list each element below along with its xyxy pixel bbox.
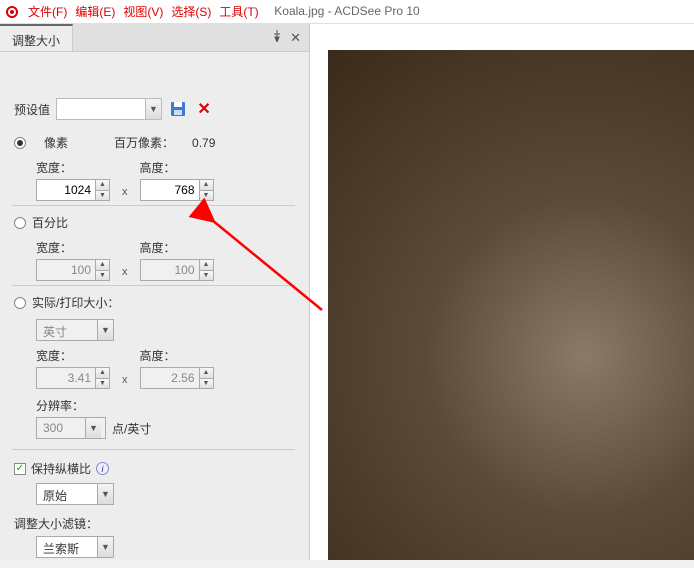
chevron-down-icon[interactable]: ▼ — [97, 537, 113, 557]
radio-print[interactable] — [14, 297, 26, 309]
down-icon[interactable]: ▼ — [96, 271, 109, 281]
down-icon[interactable]: ▼ — [96, 379, 109, 389]
radio-pixels[interactable] — [14, 137, 26, 149]
unit-value: 英寸 — [37, 320, 97, 340]
chevron-down-icon[interactable]: ▼ — [85, 418, 101, 438]
preset-combo[interactable]: ▼ — [56, 98, 162, 120]
radio-percent-label: 百分比 — [32, 214, 68, 231]
res-label: 分辨率： — [36, 399, 84, 413]
pc-width-label: 宽度： — [36, 239, 110, 256]
preset-label: 预设值 — [14, 101, 50, 118]
radio-pixels-label: 像素 — [44, 134, 68, 151]
up-icon[interactable]: ▲ — [200, 260, 213, 271]
menu-file[interactable]: 文件(F) — [28, 3, 67, 20]
app-icon — [4, 4, 20, 20]
multiply-icon: x — [120, 186, 130, 201]
px-width-spinner[interactable]: ▲▼ — [36, 179, 110, 201]
res-value: 300 — [37, 418, 85, 438]
pin-icon[interactable] — [272, 29, 282, 47]
menu-edit[interactable]: 编辑(E) — [75, 3, 115, 20]
up-icon[interactable]: ▲ — [200, 368, 213, 379]
up-icon[interactable]: ▲ — [96, 368, 109, 379]
tab-resize[interactable]: 调整大小 — [0, 24, 73, 51]
px-width-input[interactable] — [37, 180, 95, 200]
megapixels-label: 百万像素： — [114, 134, 174, 151]
down-icon[interactable]: ▼ — [200, 191, 213, 201]
up-icon[interactable]: ▲ — [200, 180, 213, 191]
pr-width-label: 宽度： — [36, 347, 110, 364]
up-icon[interactable]: ▲ — [96, 260, 109, 271]
multiply-icon: x — [120, 266, 130, 281]
pr-height-label: 高度： — [140, 347, 214, 364]
pc-width-spinner[interactable]: ▲▼ — [36, 259, 110, 281]
pr-height-input — [141, 368, 199, 388]
px-height-spinner[interactable]: ▲▼ — [140, 179, 214, 201]
aspect-value: 原始 — [37, 484, 97, 504]
radio-percent[interactable] — [14, 217, 26, 229]
pc-height-spinner[interactable]: ▲▼ — [140, 259, 214, 281]
filter-select[interactable]: 兰索斯 ▼ — [36, 536, 114, 558]
chevron-down-icon[interactable]: ▼ — [97, 320, 113, 340]
menu-tools[interactable]: 工具(T) — [219, 3, 258, 20]
pc-height-label: 高度： — [140, 239, 214, 256]
image-preview[interactable] — [310, 24, 694, 560]
res-unit-label: 点/英寸 — [112, 420, 151, 437]
close-icon[interactable]: ✕ — [290, 30, 301, 46]
pr-width-spinner[interactable]: ▲▼ — [36, 367, 110, 389]
filter-value: 兰索斯 — [37, 537, 97, 557]
aspect-label: 保持纵横比 — [31, 460, 91, 477]
down-icon[interactable]: ▼ — [200, 271, 213, 281]
px-height-input[interactable] — [141, 180, 199, 200]
chevron-down-icon[interactable]: ▼ — [145, 99, 161, 119]
menu-view[interactable]: 视图(V) — [123, 3, 163, 20]
menu-select[interactable]: 选择(S) — [171, 3, 211, 20]
aspect-select[interactable]: 原始 ▼ — [36, 483, 114, 505]
multiply-icon: x — [120, 374, 130, 389]
up-icon[interactable]: ▲ — [96, 180, 109, 191]
pr-height-spinner[interactable]: ▲▼ — [140, 367, 214, 389]
pr-width-input — [37, 368, 95, 388]
down-icon[interactable]: ▼ — [96, 191, 109, 201]
pc-height-input — [141, 260, 199, 280]
res-select[interactable]: 300 ▼ — [36, 417, 106, 439]
filter-label: 调整大小滤镜： — [14, 517, 98, 531]
pc-width-input — [37, 260, 95, 280]
info-icon[interactable]: i — [96, 462, 109, 475]
megapixels-value: 0.79 — [192, 136, 215, 150]
save-preset-icon[interactable] — [168, 99, 188, 119]
px-height-label: 高度： — [140, 159, 214, 176]
aspect-checkbox[interactable]: ✓ — [14, 463, 26, 475]
px-width-label: 宽度： — [36, 159, 110, 176]
delete-preset-icon[interactable]: ✕ — [194, 99, 214, 119]
window-title: Koala.jpg - ACDSee Pro 10 — [274, 4, 419, 18]
resize-panel: 调整大小 ✕ 预设值 ▼ ✕ — [0, 24, 310, 560]
preview-image — [328, 50, 694, 560]
chevron-down-icon[interactable]: ▼ — [97, 484, 113, 504]
radio-print-label: 实际/打印大小： — [32, 294, 119, 311]
unit-select[interactable]: 英寸 ▼ — [36, 319, 114, 341]
preset-input[interactable] — [57, 99, 145, 119]
down-icon[interactable]: ▼ — [200, 379, 213, 389]
